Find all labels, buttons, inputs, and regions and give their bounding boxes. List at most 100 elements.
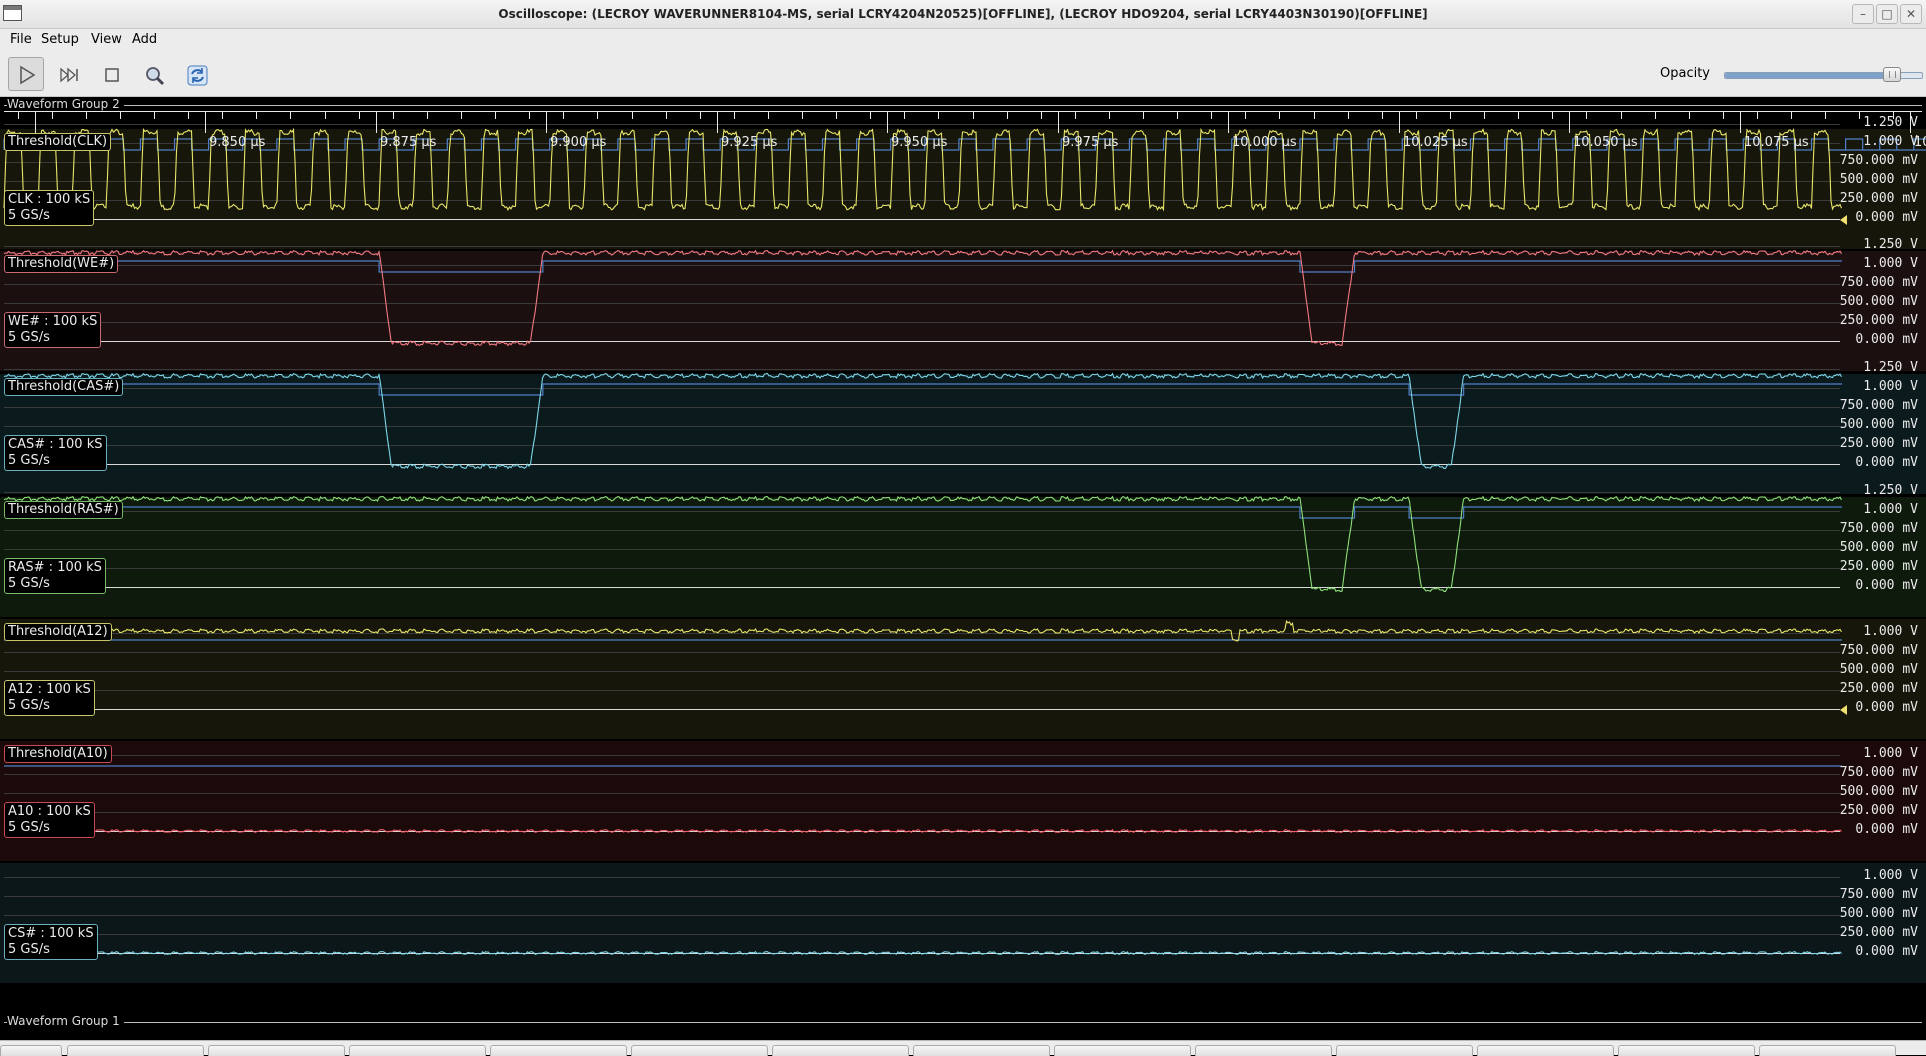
channel-label-cs[interactable]: CS# : 100 kS 5 GS/s (4, 924, 98, 960)
timeline-tick-label: 9.850 µs (209, 135, 266, 150)
timeline-minor-tick (1211, 111, 1212, 119)
zero-level-marker-icon[interactable] (1840, 704, 1847, 715)
menu-setup[interactable]: Setup (41, 32, 79, 47)
timeline-minor-tick (1416, 111, 1417, 119)
bottom-tab[interactable] (1054, 1045, 1191, 1056)
voltage-scale-label: 500.000 mV (1839, 172, 1918, 187)
threshold-label-a12[interactable]: Threshold(A12) (4, 623, 112, 641)
close-icon[interactable]: ✕ (1900, 4, 1922, 24)
opacity-slider[interactable] (1724, 67, 1923, 82)
timeline-minor-tick (563, 111, 564, 119)
channel-label-we[interactable]: WE# : 100 kS 5 GS/s (4, 312, 102, 348)
timeline-minor-tick (1007, 111, 1008, 119)
channel-sample-rate: 5 GS/s (8, 942, 50, 957)
waveform-canvas[interactable] (0, 97, 1926, 1040)
timeline-minor-tick (1757, 111, 1758, 119)
timeline-minor-tick (1177, 111, 1178, 119)
voltage-scale-label: 0.000 mV (1855, 822, 1918, 837)
menu-add[interactable]: Add (132, 32, 157, 47)
bottom-tab[interactable] (1477, 1045, 1614, 1056)
timeline-tick-label: 9.950 µs (891, 135, 948, 150)
menu-view[interactable]: View (91, 32, 122, 47)
voltage-scale-label: 750.000 mV (1839, 643, 1918, 658)
channel-label-a12[interactable]: A12 : 100 kS 5 GS/s (4, 680, 95, 716)
timeline-major-tick (376, 111, 377, 133)
channel-name: RAS# : 100 kS (8, 560, 102, 575)
timeline-major-tick (1228, 111, 1229, 133)
channel-label-ras[interactable]: RAS# : 100 kS 5 GS/s (4, 558, 106, 594)
voltage-scale-label: 0.000 mV (1855, 332, 1918, 347)
start-button[interactable] (8, 57, 44, 91)
channel-name: A12 : 100 kS (8, 682, 91, 697)
timeline-minor-tick (632, 111, 633, 119)
bottom-tab[interactable] (1195, 1045, 1332, 1056)
threshold-label-ras[interactable]: Threshold(RAS#) (4, 501, 123, 519)
voltage-scale-label: 1.250 V (1863, 237, 1918, 252)
minimize-icon[interactable]: – (1852, 4, 1874, 24)
zero-level-marker-icon[interactable] (1840, 214, 1847, 225)
refresh-button[interactable] (178, 57, 214, 91)
timeline-minor-tick (666, 111, 667, 119)
timeline-minor-tick (1825, 111, 1826, 119)
channel-label-clk[interactable]: CLK : 100 kS 5 GS/s (4, 190, 95, 226)
voltage-scale-label: 250.000 mV (1839, 803, 1918, 818)
voltage-scale-label: 0.000 mV (1855, 944, 1918, 959)
bottom-tab[interactable] (0, 1045, 62, 1056)
voltage-scale-label: 500.000 mV (1839, 784, 1918, 799)
timeline-tick-label: 10.000 µs (1232, 135, 1297, 150)
stop-button[interactable] (93, 57, 129, 91)
opacity-label: Opacity (1660, 66, 1711, 81)
timeline-minor-tick (86, 111, 87, 119)
timeline-minor-tick (1655, 111, 1656, 119)
channel-sample-rate: 5 GS/s (8, 330, 50, 345)
menu-file[interactable]: File (10, 32, 32, 47)
timeline-minor-tick (1382, 111, 1383, 119)
group-header-rule (4, 105, 1922, 106)
bottom-tab[interactable] (490, 1045, 627, 1056)
timeline-minor-tick (1552, 111, 1553, 119)
bottom-tab[interactable] (349, 1045, 486, 1056)
voltage-scale-label: 1.000 V (1863, 256, 1918, 271)
timeline-minor-tick (836, 111, 837, 119)
zoom-button[interactable] (135, 57, 171, 91)
magnifier-icon (146, 67, 165, 86)
waveform-group-1-header[interactable]: Waveform Group 1 (0, 1014, 1926, 1030)
channel-label-a10[interactable]: A10 : 100 kS 5 GS/s (4, 802, 95, 838)
window-title: Oscilloscope: (LECROY WAVERUNNER8104-MS,… (498, 7, 1428, 21)
threshold-label-we[interactable]: Threshold(WE#) (4, 255, 119, 273)
timeline-major-tick (1740, 111, 1741, 133)
timeline-major-tick (1399, 111, 1400, 133)
channel-name: CS# : 100 kS (8, 926, 94, 941)
bottom-tab[interactable] (1759, 1045, 1896, 1056)
timeline-axis (4, 111, 1922, 112)
single-button[interactable] (51, 57, 87, 91)
bottom-tab[interactable] (1336, 1045, 1473, 1056)
timeline-minor-tick (256, 111, 257, 119)
channel-band-cas (0, 374, 1926, 494)
waveform-area[interactable]: Waveform Group 2 9.825 µs9.850 µs9.875 µ… (0, 97, 1926, 1040)
step-forward-icon (60, 67, 78, 83)
bottom-tab[interactable] (631, 1045, 768, 1056)
bottom-tab[interactable] (1618, 1045, 1755, 1056)
bottom-tab[interactable] (67, 1045, 204, 1056)
channel-label-cas[interactable]: CAS# : 100 kS 5 GS/s (4, 435, 107, 471)
bottom-tab[interactable] (208, 1045, 345, 1056)
threshold-label-a10[interactable]: Threshold(A10) (4, 745, 112, 763)
menu-bar: File Setup View Add (0, 29, 1926, 52)
voltage-scale-label: 250.000 mV (1839, 436, 1918, 451)
opacity-slider-handle[interactable] (1883, 67, 1902, 82)
threshold-label-clk[interactable]: Threshold(CLK) (4, 133, 112, 151)
voltage-scale-label: 250.000 mV (1839, 925, 1918, 940)
timeline-minor-tick (427, 111, 428, 119)
bottom-tab[interactable] (913, 1045, 1050, 1056)
bottom-tab-strip (0, 1040, 1926, 1056)
voltage-scale-label: 500.000 mV (1839, 906, 1918, 921)
bottom-tab[interactable] (772, 1045, 909, 1056)
threshold-label-cas[interactable]: Threshold(CAS#) (4, 378, 124, 396)
channel-sample-rate: 5 GS/s (8, 698, 50, 713)
voltage-scale-label: 1.000 V (1863, 134, 1918, 149)
timeline-minor-tick (1484, 111, 1485, 119)
maximize-icon[interactable]: □ (1876, 4, 1898, 24)
voltage-scale-label: 1.250 V (1863, 115, 1918, 130)
group-header-rule (4, 1022, 1922, 1023)
